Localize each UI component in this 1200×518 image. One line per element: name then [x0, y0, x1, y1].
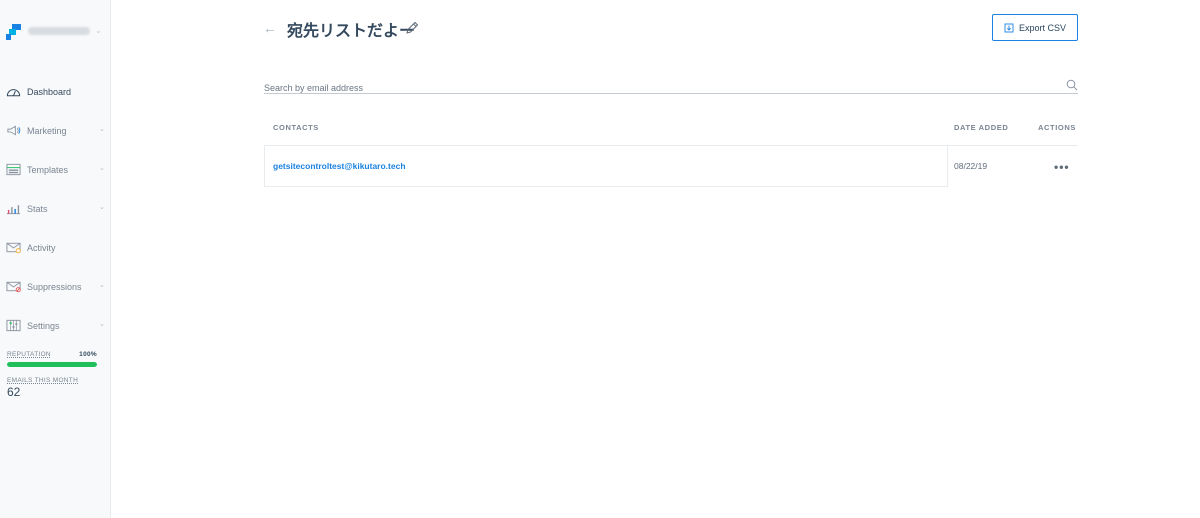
reputation-bar — [7, 362, 97, 367]
sidebar-item-suppressions[interactable]: Suppressions ⌄ — [0, 267, 110, 306]
column-header-contacts[interactable]: CONTACTS — [273, 123, 319, 132]
activity-icon — [6, 241, 21, 254]
reputation-value: 100% — [79, 351, 97, 358]
sidebar-item-label: Templates — [27, 164, 69, 175]
sendgrid-logo-icon[interactable] — [6, 24, 22, 40]
column-header-actions: ACTIONS — [1038, 123, 1076, 132]
suppressions-icon — [6, 280, 21, 293]
settings-icon — [6, 319, 21, 332]
contact-email-link[interactable]: getsitecontroltest@kikutaro.tech — [273, 161, 406, 171]
sidebar-item-stats[interactable]: Stats ⌄ — [0, 189, 110, 228]
account-chevron-icon[interactable]: ⌄ — [95, 26, 102, 35]
export-icon — [1004, 23, 1014, 32]
search-bar — [264, 78, 1078, 94]
sidebar-item-dashboard[interactable]: Dashboard — [0, 72, 110, 111]
megaphone-icon — [6, 124, 21, 137]
date-added-value: 08/22/19 — [954, 161, 988, 171]
sidebar-item-label: Dashboard — [27, 86, 72, 97]
column-header-date-added[interactable]: DATE ADDED — [954, 123, 1008, 132]
dashboard-icon — [6, 85, 21, 98]
sidebar-item-marketing[interactable]: Marketing ⌄ — [0, 111, 110, 150]
sidebar: ⌄ Dashboard Marketing ⌄ Templates ⌄ Stat… — [0, 0, 111, 518]
chevron-down-icon: ⌄ — [99, 165, 105, 172]
reputation-meter: REPUTATION 100% — [7, 351, 97, 367]
table-row: getsitecontroltest@kikutaro.tech 08/22/1… — [264, 145, 1078, 187]
search-input[interactable] — [264, 80, 1044, 93]
sidebar-item-label: Activity — [27, 242, 56, 253]
sidebar-item-label: Settings — [27, 320, 60, 331]
page-title: 宛先リストだよー — [287, 23, 416, 40]
search-icon[interactable] — [1066, 79, 1078, 91]
templates-icon — [6, 163, 21, 176]
chevron-down-icon: ⌄ — [99, 321, 105, 328]
reputation-label[interactable]: REPUTATION — [7, 351, 51, 358]
emails-value: 62 — [7, 385, 21, 399]
reputation-bar-fill — [7, 362, 97, 367]
chevron-down-icon: ⌄ — [99, 282, 105, 289]
emails-label[interactable]: EMAILS THIS MONTH — [7, 377, 78, 384]
back-arrow-icon[interactable]: ← — [263, 20, 277, 36]
edit-pencil-icon[interactable] — [404, 20, 420, 36]
export-csv-button[interactable]: Export CSV — [992, 14, 1078, 41]
sidebar-item-templates[interactable]: Templates ⌄ — [0, 150, 110, 189]
account-name[interactable] — [28, 27, 90, 35]
chevron-down-icon: ⌄ — [99, 126, 105, 133]
more-actions-icon[interactable]: ••• — [1054, 160, 1070, 174]
sidebar-nav: Dashboard Marketing ⌄ Templates ⌄ Stats … — [0, 72, 110, 345]
chevron-down-icon: ⌄ — [99, 204, 105, 211]
sidebar-item-label: Suppressions — [27, 281, 82, 292]
sidebar-item-label: Marketing — [27, 125, 67, 136]
stats-icon — [6, 202, 21, 215]
sidebar-item-label: Stats — [27, 203, 48, 214]
export-csv-label: Export CSV — [1018, 22, 1067, 33]
sidebar-item-settings[interactable]: Settings ⌄ — [0, 306, 110, 345]
sidebar-item-activity[interactable]: Activity — [0, 228, 110, 267]
emails-this-month: EMAILS THIS MONTH 62 — [7, 377, 78, 399]
